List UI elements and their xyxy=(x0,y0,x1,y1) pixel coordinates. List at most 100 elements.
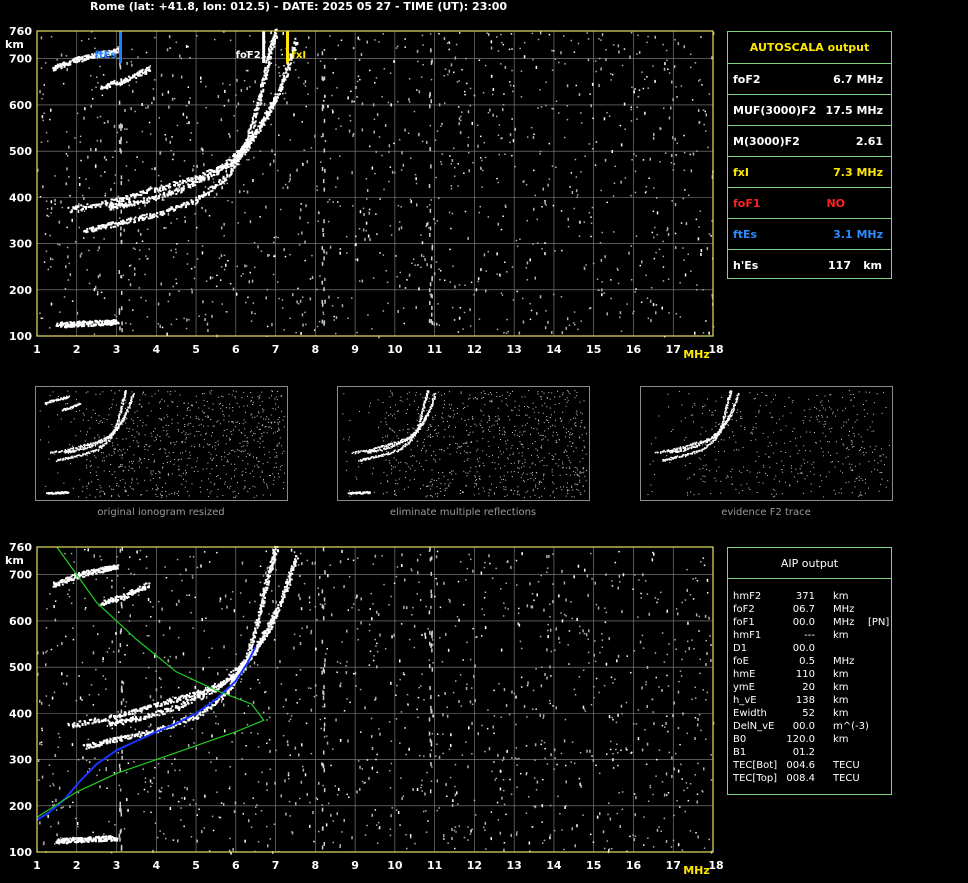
noise-dot xyxy=(212,409,214,411)
noise-dot xyxy=(509,81,511,83)
trace-dot xyxy=(44,403,47,405)
noise-dot xyxy=(99,393,101,395)
noise-dot xyxy=(534,464,536,466)
noise-dot xyxy=(172,452,174,453)
noise-dot xyxy=(219,478,221,480)
noise-dot xyxy=(385,412,387,414)
noise-dot xyxy=(521,452,523,454)
trace-dot xyxy=(150,187,153,190)
noise-dot xyxy=(93,437,95,439)
trace-dot xyxy=(63,61,66,64)
noise-dot xyxy=(196,258,199,260)
noise-dot xyxy=(113,124,116,128)
noise-dot xyxy=(544,326,547,330)
noise-dot xyxy=(200,148,203,151)
noise-dot xyxy=(108,454,110,456)
noise-dot xyxy=(444,102,446,104)
noise-dot xyxy=(265,296,267,300)
trace-dot xyxy=(122,220,125,223)
noise-dot xyxy=(82,486,84,488)
noise-dot xyxy=(246,87,248,91)
trace-dot xyxy=(156,212,159,215)
noise-dot xyxy=(336,87,338,89)
noise-dot xyxy=(501,294,504,296)
trace-dot xyxy=(168,189,171,192)
noise-dot xyxy=(448,391,450,393)
noise-dot xyxy=(600,39,602,41)
trace-dot xyxy=(244,153,247,156)
noise-dot xyxy=(164,452,166,454)
noise-dot xyxy=(100,139,102,143)
noise-dot xyxy=(610,297,612,300)
noise-dot xyxy=(512,139,515,143)
noise-dot xyxy=(218,403,220,405)
trace-dot xyxy=(140,200,143,203)
noise-dot xyxy=(183,402,185,404)
noise-dot xyxy=(398,138,401,141)
noise-dot xyxy=(566,118,569,121)
noise-dot xyxy=(182,441,184,443)
noise-dot xyxy=(337,44,339,47)
noise-dot xyxy=(307,221,309,224)
noise-dot xyxy=(223,235,225,237)
noise-dot xyxy=(458,316,461,320)
noise-dot xyxy=(630,106,632,108)
noise-dot xyxy=(653,236,655,239)
trace-dot xyxy=(176,182,179,184)
noise-dot xyxy=(203,163,205,167)
noise-dot xyxy=(208,444,210,446)
trace-dot xyxy=(104,320,107,323)
noise-dot xyxy=(405,471,407,472)
noise-dot xyxy=(442,417,444,419)
noise-dot xyxy=(88,249,90,252)
noise-dot xyxy=(175,318,178,320)
noise-dot xyxy=(210,390,212,392)
noise-dot xyxy=(408,466,410,468)
noise-dot xyxy=(232,421,234,422)
trace-dot xyxy=(291,46,294,49)
noise-dot xyxy=(448,425,450,427)
noise-dot xyxy=(160,493,161,495)
noise-dot xyxy=(277,169,279,172)
trace-dot xyxy=(149,197,152,200)
noise-dot xyxy=(575,422,577,424)
noise-dot xyxy=(303,83,305,85)
noise-dot xyxy=(522,472,524,474)
noise-dot xyxy=(453,319,456,321)
trace-dot xyxy=(160,211,163,214)
noise-dot xyxy=(646,76,648,78)
noise-dot xyxy=(221,456,223,458)
trace-dot xyxy=(143,197,145,200)
noise-dot xyxy=(452,409,454,411)
noise-dot xyxy=(155,436,157,438)
noise-dot xyxy=(200,147,203,149)
noise-dot xyxy=(440,490,442,492)
trace-dot xyxy=(255,114,258,117)
noise-dot xyxy=(170,442,172,443)
trace-dot xyxy=(101,440,104,442)
trace-dot xyxy=(215,171,218,174)
noise-dot xyxy=(307,62,309,64)
noise-dot xyxy=(180,57,183,60)
noise-dot xyxy=(542,438,544,440)
trace-dot xyxy=(275,28,278,31)
noise-dot xyxy=(618,50,620,54)
trace-dot xyxy=(106,202,109,205)
noise-dot xyxy=(273,432,274,434)
noise-dot xyxy=(158,191,160,194)
trace-dot xyxy=(215,168,218,171)
noise-dot xyxy=(204,209,207,213)
trace-dot xyxy=(95,229,98,232)
noise-dot xyxy=(39,90,41,94)
noise-dot xyxy=(278,473,279,475)
noise-dot xyxy=(250,392,252,394)
noise-dot xyxy=(467,405,469,407)
noise-dot xyxy=(485,289,487,293)
noise-dot xyxy=(294,69,297,71)
noise-dot xyxy=(504,261,506,263)
noise-dot xyxy=(214,483,216,485)
noise-dot xyxy=(283,450,285,452)
noise-dot xyxy=(126,418,128,420)
noise-dot xyxy=(351,100,353,103)
noise-dot xyxy=(421,76,423,78)
